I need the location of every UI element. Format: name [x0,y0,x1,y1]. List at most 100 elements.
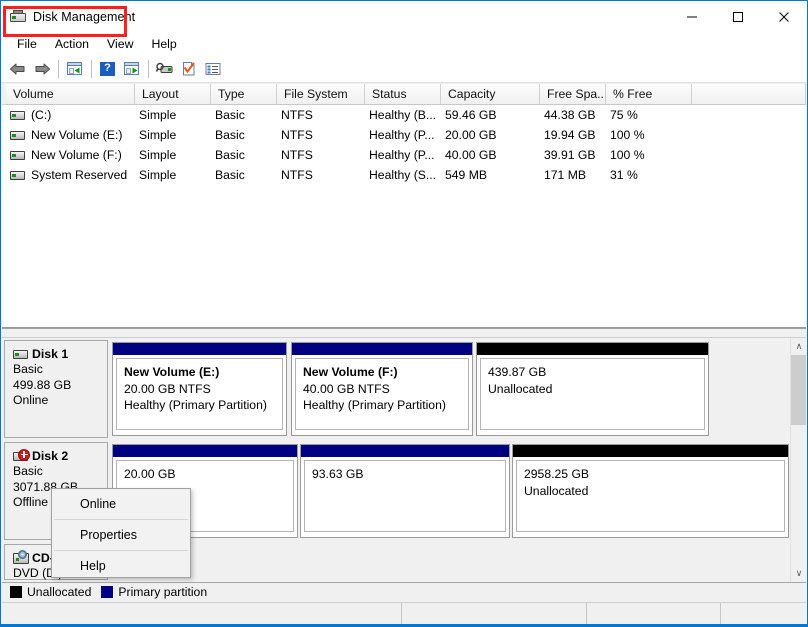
partition-details: New Volume (E:) 20.00 GB NTFS Healthy (Pri… [116,358,283,430]
status-cell-2 [402,603,587,624]
disk-management-window: Disk Management File Action View Help ? … [0,0,808,627]
rescan-disks-icon[interactable] [153,57,177,81]
legend-unallocated-swatch [10,585,22,598]
menu-help[interactable]: Help [142,35,185,53]
context-menu-help[interactable]: Help [52,551,190,581]
column-volume[interactable]: Volume [6,84,135,105]
partition-color-bar [477,343,708,355]
list-view-icon[interactable] [201,57,225,81]
partition-l3: Healthy (Primary Partition) [303,398,446,412]
volume-icon [10,130,25,140]
minimize-icon[interactable] [669,1,715,33]
cell-free-space: 171 MB [544,168,587,182]
partition-l2: 439.87 GB [488,365,547,379]
cell-free-space: 19.94 GB [544,128,596,142]
column-spare[interactable] [692,84,806,105]
scroll-up-icon[interactable]: ∧ [791,338,806,355]
cell-free-space: 44.38 GB [544,108,596,122]
status-bar [2,602,806,624]
cell-status: Healthy (S... [369,168,437,182]
volume-label: (C:) [31,108,52,122]
cell-capacity: 20.00 GB [445,128,497,142]
toolbar-separator [58,59,59,78]
table-row[interactable]: New Volume (F:) Simple Basic NTFS Healthy (P… [2,145,806,165]
forward-icon[interactable] [30,57,54,81]
cdrom-icon [13,549,29,564]
disk-state-label: Online [13,393,49,407]
graphical-view-scrollbar[interactable]: ∧ ∨ [790,338,806,582]
context-menu-properties[interactable]: Properties [52,520,190,550]
cell-type: Basic [215,148,245,162]
column-type[interactable]: Type [211,84,277,105]
context-menu-online[interactable]: Online [52,489,190,519]
cell-layout: Simple [139,128,177,142]
partition-details: New Volume (F:) 40.00 GB NTFS Healthy (Pri… [295,358,469,430]
column-layout[interactable]: Layout [135,84,211,105]
disk-size-label: 499.88 GB [13,377,72,392]
status-cell-1 [2,603,402,624]
column-capacity[interactable]: Capacity [441,84,540,105]
table-row[interactable]: New Volume (E:) Simple Basic NTFS Healthy (P… [2,125,806,145]
table-row[interactable]: (C:) Simple Basic NTFS Healthy (B... 59.46 GB… [2,105,806,125]
partition-l2: 2958.25 GB [524,467,590,481]
partition-unallocated-disk2[interactable]: 2958.25 GB Unallocated [512,444,789,538]
partition-details: 2958.25 GB Unallocated [516,460,785,532]
pane-splitter[interactable] [2,328,806,338]
partition-e[interactable]: New Volume (E:) 20.00 GB NTFS Healthy (Pri… [112,342,287,436]
partition-color-bar [301,445,509,457]
partition-unallocated-disk1[interactable]: 439.87 GB Unallocated [476,342,709,436]
partition-details: 93.63 GB [304,460,506,532]
partition-disk2-2[interactable]: 93.63 GB [300,444,510,538]
legend-primary-label: Primary partition [118,584,208,599]
cell-capacity: 549 MB [445,168,488,182]
cell-percent-free: 100 % [610,148,645,162]
help-icon[interactable]: ? [96,57,120,81]
cell-layout: Simple [139,168,177,182]
column-free-space[interactable]: Free Spa... [540,84,606,105]
up-one-level-icon[interactable] [63,57,87,81]
window-controls [669,1,807,33]
disk-info-panel[interactable]: Disk 1 Basic 499.88 GB Online [4,340,108,438]
menu-file[interactable]: File [8,35,46,53]
cell-layout: Simple [139,108,177,122]
column-percent-free[interactable]: % Free [606,84,692,105]
toolbar-separator [91,59,92,78]
show-hide-console-tree-icon[interactable] [120,57,144,81]
cell-capacity: 59.46 GB [445,108,497,122]
partition-l2: 20.00 GB NTFS [124,381,211,396]
cell-status: Healthy (P... [369,148,435,162]
cell-volume: System Reserved [10,165,139,185]
window-bottom-accent [1,624,807,626]
status-cell-4 [721,603,806,624]
cell-layout: Simple [139,148,177,162]
properties-icon[interactable] [177,57,201,81]
column-file-system[interactable]: File System [277,84,365,105]
volume-icon [10,110,25,120]
table-row[interactable]: System Reserved Simple Basic NTFS Healthy (S… [2,165,806,185]
error-badge-icon [18,448,30,461]
partition-details: 439.87 GB Unallocated [480,358,705,430]
cell-file-system: NTFS [281,168,313,182]
volume-label: System Reserved [31,168,128,182]
cell-status: Healthy (P... [369,128,435,142]
disk-partitions: 20.00 GB 93.63 GB 2958.25 GB Unallocated [112,442,789,540]
menu-view[interactable]: View [98,35,142,53]
close-icon[interactable] [761,1,807,33]
legend-unallocated-label: Unallocated [27,584,92,599]
scroll-down-icon[interactable]: ∨ [791,565,806,582]
volume-list-header: Volume Layout Type File System Status Capacit… [2,84,806,105]
disk-type-label: Basic [13,362,43,376]
maximize-icon[interactable] [715,1,761,33]
scrollbar-thumb[interactable] [791,355,806,425]
menu-action[interactable]: Action [46,35,98,53]
partition-f[interactable]: New Volume (F:) 40.00 GB NTFS Healthy (Pri… [291,342,473,436]
back-icon[interactable] [6,57,30,81]
volume-list-pane: Volume Layout Type File System Status Capacit… [2,84,806,328]
partition-color-bar [113,445,297,457]
volume-label: New Volume (E:) [31,128,123,142]
partition-l2: 20.00 GB [124,467,176,481]
column-status[interactable]: Status [365,84,441,105]
disk-title: Disk 1 [13,347,107,361]
disk-error-icon [13,448,30,461]
cell-volume: New Volume (F:) [10,145,139,165]
